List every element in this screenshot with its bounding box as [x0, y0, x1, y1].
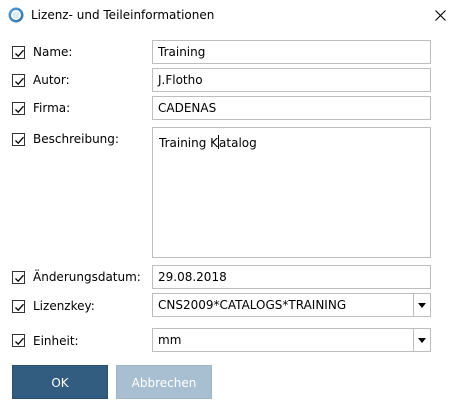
title-bar: Lizenz- und Teileinformationen [0, 0, 455, 30]
license-info-dialog: Lizenz- und Teileinformationen Name: Tra… [0, 0, 455, 405]
chevron-down-icon [418, 303, 426, 308]
name-input[interactable]: Training [152, 40, 431, 64]
check-icon [15, 303, 24, 312]
check-icon [15, 337, 24, 346]
aenderungsdatum-checkbox[interactable] [12, 271, 25, 284]
firma-row: Firma: CADENAS [0, 96, 455, 120]
aenderungsdatum-row: Änderungsdatum: 29.08.2018 [0, 265, 455, 289]
lizenzkey-select[interactable]: CNS2009*CATALOGS*TRAINING [152, 293, 431, 317]
autor-checkbox[interactable] [12, 74, 25, 87]
einheit-value: mm [158, 333, 182, 347]
firma-input[interactable]: CADENAS [152, 96, 431, 120]
lizenzkey-checkbox[interactable] [12, 300, 25, 313]
einheit-dropdown-button[interactable] [413, 329, 430, 351]
beschreibung-text-before-cursor: Training K [159, 136, 219, 150]
cancel-button[interactable]: Abbrechen [116, 365, 212, 399]
autor-label: Autor: [33, 73, 70, 87]
firma-label: Firma: [33, 101, 71, 115]
autor-input[interactable]: J.Flotho [152, 68, 431, 92]
einheit-select[interactable]: mm [152, 328, 431, 352]
name-row: Name: Training [0, 40, 455, 64]
check-icon [15, 136, 24, 145]
beschreibung-label: Beschreibung: [33, 132, 119, 146]
check-icon [15, 274, 24, 283]
einheit-row: Einheit: mm [0, 328, 455, 352]
app-logo-icon [8, 7, 24, 23]
einheit-checkbox[interactable] [12, 334, 25, 347]
check-icon [15, 105, 24, 114]
firma-checkbox[interactable] [12, 102, 25, 115]
einheit-label: Einheit: [33, 334, 79, 348]
aenderungsdatum-input[interactable]: 29.08.2018 [152, 265, 431, 289]
autor-row: Autor: J.Flotho [0, 68, 455, 92]
name-label: Name: [33, 45, 73, 59]
close-icon [435, 10, 446, 21]
lizenzkey-label: Lizenzkey: [33, 299, 95, 313]
dialog-title: Lizenz- und Teileinformationen [31, 8, 215, 22]
beschreibung-textarea[interactable]: Training Katalog [152, 127, 431, 258]
aenderungsdatum-label: Änderungsdatum: [33, 270, 141, 284]
check-icon [15, 49, 24, 58]
chevron-down-icon [418, 338, 426, 343]
beschreibung-text-after-cursor: atalog [219, 136, 257, 150]
check-icon [15, 77, 24, 86]
name-checkbox[interactable] [12, 46, 25, 59]
beschreibung-checkbox[interactable] [12, 133, 25, 146]
lizenzkey-value: CNS2009*CATALOGS*TRAINING [158, 298, 347, 312]
lizenzkey-row: Lizenzkey: CNS2009*CATALOGS*TRAINING [0, 293, 455, 317]
ok-button[interactable]: OK [12, 365, 108, 399]
lizenzkey-dropdown-button[interactable] [413, 294, 430, 316]
close-button[interactable] [428, 4, 452, 26]
beschreibung-row: Beschreibung: Training Katalog [0, 127, 455, 258]
